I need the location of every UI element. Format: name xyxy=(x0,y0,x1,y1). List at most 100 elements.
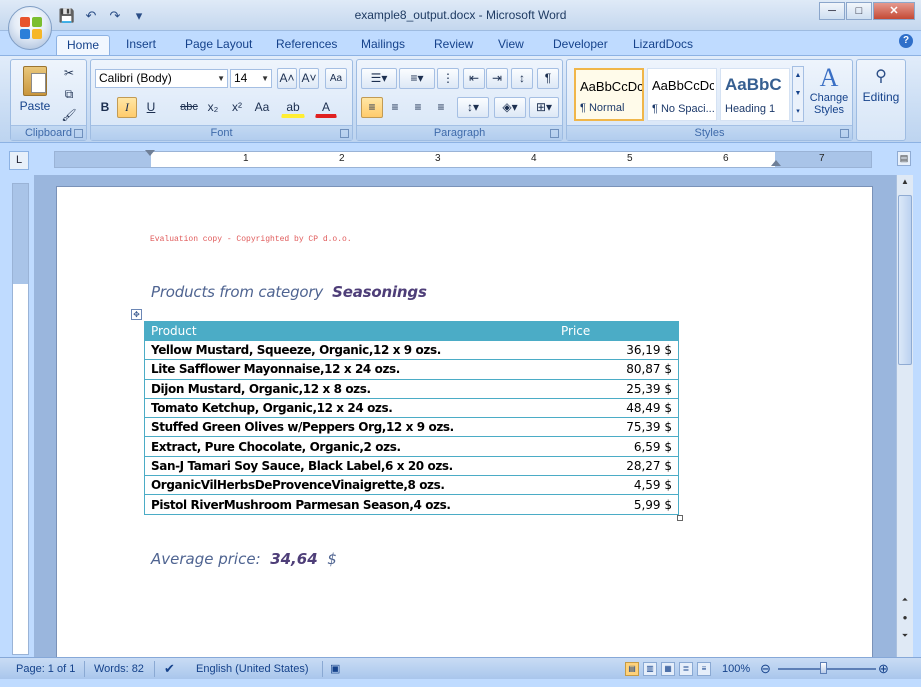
full-screen-reading-icon[interactable]: ▥ xyxy=(643,662,657,676)
change-case-button[interactable]: Aa xyxy=(250,97,274,118)
web-layout-icon[interactable]: ▦ xyxy=(661,662,675,676)
price-cell[interactable]: 75,39 $ xyxy=(554,417,679,438)
styles-scroll[interactable]: ▲ ▼ ▾ xyxy=(792,66,804,122)
multilevel-list-icon[interactable]: ⋮ xyxy=(437,68,459,89)
previous-page-icon[interactable]: ⏶ xyxy=(897,595,913,605)
editing-button[interactable]: ⚲ Editing xyxy=(859,64,903,124)
line-spacing-icon[interactable]: ↕▾ xyxy=(457,97,489,118)
font-size-select[interactable]: 14 ▼ xyxy=(230,69,272,88)
office-button[interactable] xyxy=(8,6,52,50)
help-icon[interactable]: ? xyxy=(899,34,913,48)
tab-view[interactable]: View xyxy=(488,35,534,55)
tab-developer[interactable]: Developer xyxy=(543,35,618,55)
close-button[interactable]: ✕ xyxy=(873,2,915,20)
right-indent-marker-icon[interactable] xyxy=(771,160,781,166)
proofing-icon[interactable]: ✔ xyxy=(164,661,175,677)
price-cell[interactable]: 25,39 $ xyxy=(554,378,679,399)
font-launcher-icon[interactable] xyxy=(340,129,349,138)
align-right-icon[interactable]: ≡ xyxy=(407,97,429,118)
product-cell[interactable]: San-J Tamari Soy Sauce, Black Label,6 x … xyxy=(144,455,555,477)
italic-button[interactable]: I xyxy=(117,97,137,118)
product-cell[interactable]: Lite Safflower Mayonnaise,12 x 24 ozs. xyxy=(144,359,555,380)
price-cell[interactable]: 5,99 $ xyxy=(554,494,679,515)
indent-marker-icon[interactable] xyxy=(145,150,155,156)
next-page-icon[interactable]: ⏷ xyxy=(897,631,913,641)
align-left-icon[interactable]: ≡ xyxy=(361,97,383,118)
tab-insert[interactable]: Insert xyxy=(116,35,166,55)
product-cell[interactable]: Stuffed Green Olives w/Peppers Org,12 x … xyxy=(144,417,555,438)
zoom-out-icon[interactable]: ⊖ xyxy=(760,661,771,677)
grow-font-button[interactable]: A˄ xyxy=(277,68,297,89)
macro-record-icon[interactable]: ▣ xyxy=(330,661,340,677)
table-resize-handle[interactable] xyxy=(677,515,683,521)
show-marks-button[interactable]: ¶ xyxy=(537,68,559,89)
font-color-button[interactable]: A xyxy=(315,97,337,118)
zoom-in-icon[interactable]: ⊕ xyxy=(878,661,889,677)
product-cell[interactable]: Pistol RiverMushroom Parmesan Season,4 o… xyxy=(144,494,555,515)
paste-button[interactable]: Paste xyxy=(17,64,53,122)
document-page[interactable]: Evaluation copy - Copyrighted by CP d.o.… xyxy=(56,186,873,657)
zoom-slider[interactable] xyxy=(778,668,876,670)
maximize-button[interactable]: □ xyxy=(846,2,872,20)
styles-launcher-icon[interactable] xyxy=(840,129,849,138)
zoom-slider-thumb[interactable] xyxy=(820,662,827,674)
scroll-up-icon[interactable]: ▲ xyxy=(897,177,913,186)
tab-references[interactable]: References xyxy=(266,35,347,55)
shrink-font-button[interactable]: A˅ xyxy=(299,68,319,89)
cut-icon[interactable]: ✂ xyxy=(59,63,79,84)
increase-indent-icon[interactable]: ⇥ xyxy=(486,68,508,89)
tab-review[interactable]: Review xyxy=(424,35,483,55)
numbering-icon[interactable]: ≡▾ xyxy=(399,68,435,89)
strikethrough-button[interactable]: abc xyxy=(177,97,201,118)
product-cell[interactable]: OrganicVilHerbsDeProvenceVinaigrette,8 o… xyxy=(144,475,555,496)
price-cell[interactable]: 36,19 $ xyxy=(554,339,679,361)
outline-view-icon[interactable]: ≣ xyxy=(679,662,693,676)
page-count[interactable]: Page: 1 of 1 xyxy=(16,661,75,677)
print-layout-icon[interactable]: ▤ xyxy=(625,662,639,676)
tab-home[interactable]: Home xyxy=(56,35,111,55)
clipboard-launcher-icon[interactable] xyxy=(74,129,83,138)
draft-view-icon[interactable]: ≡ xyxy=(697,662,711,676)
justify-icon[interactable]: ≡ xyxy=(430,97,452,118)
copy-icon[interactable]: ⧉ xyxy=(59,84,79,105)
tab-mailings[interactable]: Mailings xyxy=(351,35,415,55)
minimize-button[interactable]: ─ xyxy=(819,2,845,20)
highlight-button[interactable]: ab xyxy=(281,97,305,118)
paragraph-launcher-icon[interactable] xyxy=(550,129,559,138)
language-status[interactable]: English (United States) xyxy=(196,661,309,677)
product-cell[interactable]: Dijon Mustard, Organic,12 x 8 ozs. xyxy=(144,378,555,399)
decrease-indent-icon[interactable]: ⇤ xyxy=(463,68,485,89)
sort-icon[interactable]: ↕ xyxy=(511,68,533,89)
scroll-thumb[interactable] xyxy=(898,195,912,365)
subscript-button[interactable]: x₂ xyxy=(202,97,224,118)
view-ruler-icon[interactable]: ▤ xyxy=(897,151,911,166)
shading-icon[interactable]: ◈▾ xyxy=(494,97,526,118)
browse-object-icon[interactable]: ● xyxy=(897,613,913,622)
price-cell[interactable]: 4,59 $ xyxy=(554,475,679,496)
table-move-handle-icon[interactable]: ✥ xyxy=(131,309,142,320)
underline-button[interactable]: U xyxy=(141,97,161,118)
style-heading-1[interactable]: AaBbC Heading 1 xyxy=(720,68,790,121)
superscript-button[interactable]: x² xyxy=(226,97,248,118)
vertical-scrollbar[interactable]: ▲ ⏶ ● ⏷ xyxy=(896,175,913,657)
vertical-ruler[interactable] xyxy=(12,183,29,655)
font-name-select[interactable]: Calibri (Body) ▼ xyxy=(95,69,228,88)
zoom-level[interactable]: 100% xyxy=(722,661,750,677)
price-cell[interactable]: 80,87 $ xyxy=(554,359,679,380)
price-cell[interactable]: 28,27 $ xyxy=(554,455,679,477)
bold-button[interactable]: B xyxy=(95,97,115,118)
product-cell[interactable]: Yellow Mustard, Squeeze, Organic,12 x 9 … xyxy=(144,339,555,361)
bullets-icon[interactable]: ☰▾ xyxy=(361,68,397,89)
word-count[interactable]: Words: 82 xyxy=(94,661,144,677)
change-styles-button[interactable]: A Change Styles xyxy=(807,64,851,124)
price-cell[interactable]: 6,59 $ xyxy=(554,436,679,457)
style-no-spacing[interactable]: AaBbCcDc ¶ No Spaci... xyxy=(647,68,717,121)
price-cell[interactable]: 48,49 $ xyxy=(554,397,679,419)
tab-selector[interactable]: L xyxy=(9,151,29,170)
borders-icon[interactable]: ⊞▾ xyxy=(529,97,559,118)
product-cell[interactable]: Tomato Ketchup, Organic,12 x 24 ozs. xyxy=(144,397,555,419)
style-normal[interactable]: AaBbCcDc ¶ Normal xyxy=(574,68,644,121)
format-painter-icon[interactable]: 🖌 xyxy=(59,105,79,126)
horizontal-ruler[interactable]: 1 2 3 4 5 6 7 xyxy=(54,150,872,168)
clear-formatting-button[interactable]: Aa xyxy=(325,68,347,89)
